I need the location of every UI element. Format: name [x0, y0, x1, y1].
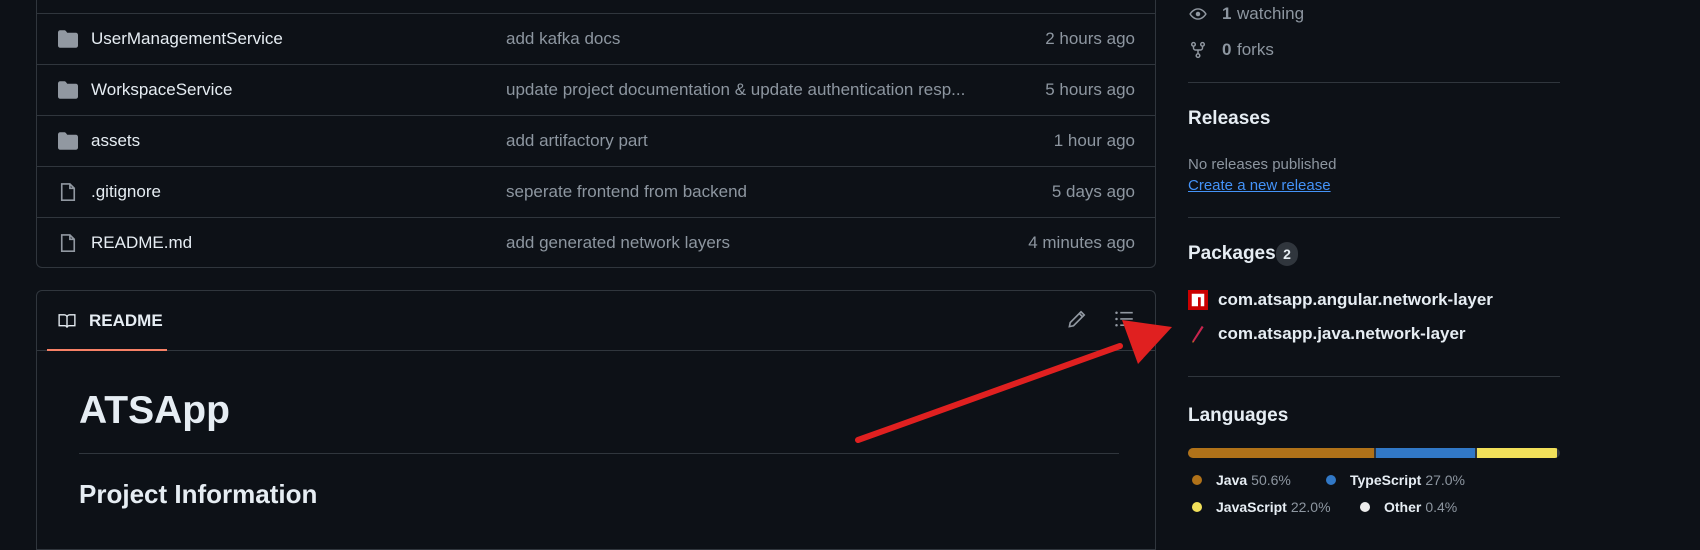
annotation-arrow [855, 320, 1172, 443]
annotation-arrow-head [1122, 320, 1172, 364]
annotation-arrow-shaft [855, 343, 1123, 443]
